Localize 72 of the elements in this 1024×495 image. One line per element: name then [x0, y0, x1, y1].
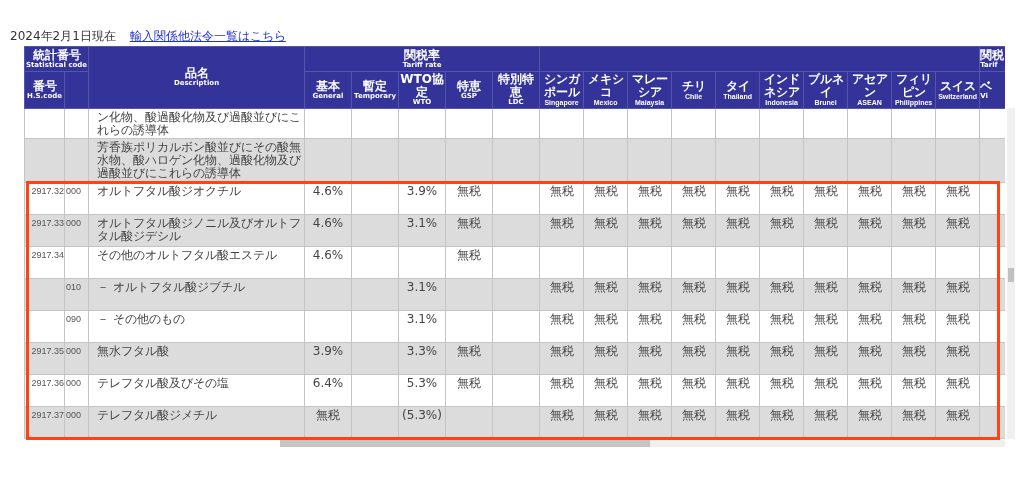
- table-cell: [351, 374, 399, 407]
- table-cell: [803, 138, 848, 183]
- table-cell: 3.1%: [398, 310, 446, 343]
- table-cell: 無税: [445, 246, 493, 279]
- table-cell: [492, 182, 540, 215]
- table-cell: [24, 138, 65, 183]
- regulations-link[interactable]: 輸入関係他法令一覧はこちら: [129, 27, 286, 45]
- table-cell: [492, 406, 540, 439]
- table-cell: 無税: [935, 342, 980, 375]
- table-cell: [891, 138, 936, 183]
- table-cell: [24, 108, 65, 139]
- table-cell: 無税: [935, 406, 980, 439]
- table-cell: [398, 138, 446, 183]
- table-cell: 4.6%: [304, 246, 352, 279]
- table-cell: ン化物、酸過酸化物及び過酸並びにこれらの誘導体: [88, 108, 305, 139]
- table-cell: [445, 406, 493, 439]
- table-cell: [671, 138, 716, 183]
- table-cell: [539, 138, 584, 183]
- horizontal-scrollbar[interactable]: [280, 440, 1005, 447]
- table-cell: [492, 138, 540, 183]
- table-cell: [351, 406, 399, 439]
- table-cell: 無水フタル酸: [88, 342, 305, 375]
- table-cell: 3.9%: [304, 342, 352, 375]
- table-cell: [759, 138, 804, 183]
- table-cell: [715, 138, 760, 183]
- table-cell: [304, 278, 352, 311]
- table-cell: [351, 342, 399, 375]
- table-cell: 無税: [935, 278, 980, 311]
- table-cell: [492, 374, 540, 407]
- table-cell: (5.3%): [398, 406, 446, 439]
- table-cell: [351, 246, 399, 279]
- table-cell: [492, 310, 540, 343]
- table-cell: 無税: [935, 310, 980, 343]
- table-cell: [351, 214, 399, 247]
- table-cell: 6.4%: [304, 374, 352, 407]
- table-cell: 無税: [304, 406, 352, 439]
- table-cell: 3.3%: [398, 342, 446, 375]
- table-cell: [492, 214, 540, 247]
- table-cell: テレフタル酸ジメチル: [88, 406, 305, 439]
- table-cell: [583, 138, 628, 183]
- table-cell: － オルトフタル酸ジブチル: [88, 278, 305, 311]
- table-cell: [445, 310, 493, 343]
- table-cell: 無税: [445, 374, 493, 407]
- table-cell: 3.1%: [398, 278, 446, 311]
- table-cell: [492, 278, 540, 311]
- table-cell: [351, 182, 399, 215]
- table-cell: 3.1%: [398, 214, 446, 247]
- table-cell: [351, 138, 399, 183]
- table-cell: [398, 246, 446, 279]
- table-cell: [445, 278, 493, 311]
- table-cell: [492, 342, 540, 375]
- table-cell: 無税: [445, 342, 493, 375]
- table-cell: [304, 138, 352, 183]
- table-cell: [445, 138, 493, 183]
- table-cell: その他のオルトフタル酸エステル: [88, 246, 305, 279]
- table-cell: [304, 310, 352, 343]
- table-cell: 4.6%: [304, 214, 352, 247]
- vertical-scrollbar[interactable]: [1007, 108, 1015, 439]
- date-note: 2024年2月1日現在: [10, 27, 116, 45]
- table-cell: 芳香族ポリカルボン酸並びにその酸無水物、酸ハロゲン化物、過酸化物及び過酸並びにこれらの誘導体: [88, 138, 305, 183]
- table-cell: オルトフタル酸ジノニル及びオルトフタル酸ジデシル: [88, 214, 305, 247]
- table-cell: [351, 310, 399, 343]
- table-cell: [627, 138, 672, 183]
- table-cell: 無税: [445, 214, 493, 247]
- table-cell: 5.3%: [398, 374, 446, 407]
- table-cell: － その他のもの: [88, 310, 305, 343]
- table-cell: [847, 138, 892, 183]
- table-cell: テレフタル酸及びその塩: [88, 374, 305, 407]
- table-cell: [351, 278, 399, 311]
- table-cell: [492, 246, 540, 279]
- table-cell: 無税: [935, 374, 980, 407]
- table-cell: 無税: [935, 214, 980, 247]
